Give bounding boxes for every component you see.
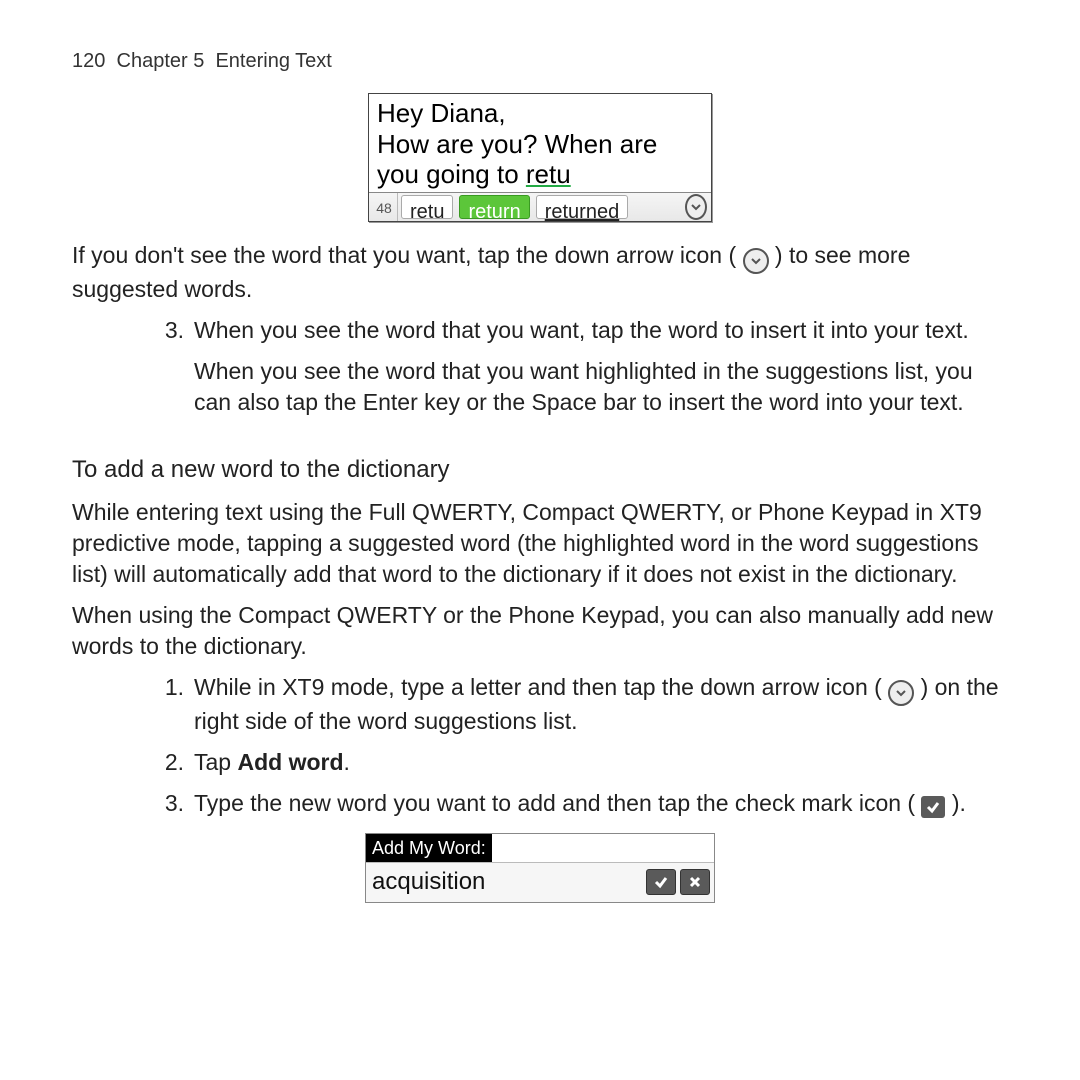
add-step-2-text-c: . — [344, 749, 350, 775]
suggestion-2-selected[interactable]: return — [459, 195, 529, 219]
add-step-2-text-a: Tap — [194, 749, 237, 775]
chevron-down-icon — [743, 248, 769, 274]
add-step-3-number: 3. — [150, 788, 194, 819]
add-word-dialog: Add My Word: acquisition — [365, 833, 715, 903]
close-icon — [687, 874, 703, 890]
suggestion-bar: 48 retu return returned — [369, 192, 711, 221]
tip-paragraph: If you don't see the word that you want,… — [72, 240, 1008, 305]
confirm-button[interactable] — [646, 869, 676, 895]
figure-text-compose: Hey Diana, How are you? When are you goi… — [72, 93, 1008, 222]
add-word-row: acquisition — [366, 862, 714, 901]
check-icon — [653, 874, 669, 890]
subheading-add-word: To add a new word to the dictionary — [72, 454, 1008, 486]
compose-text-area[interactable]: Hey Diana, How are you? When are you goi… — [369, 94, 711, 192]
add-word-intro-1: While entering text using the Full QWERT… — [72, 497, 1008, 590]
page-number: 120 — [72, 50, 105, 72]
add-step-2: 2. Tap Add word. — [150, 747, 1008, 778]
step-3-text-b: When you see the word that you want high… — [194, 356, 1008, 418]
suggestion-1[interactable]: retu — [401, 195, 453, 219]
check-icon — [921, 796, 945, 818]
add-word-intro-2: When using the Compact QWERTY or the Pho… — [72, 600, 1008, 662]
step-3: 3. When you see the word that you want, … — [150, 315, 1008, 428]
chevron-down-icon — [685, 194, 707, 220]
figure-add-my-word: Add My Word: acquisition — [72, 833, 1008, 903]
chapter-label: Chapter 5 — [117, 50, 205, 72]
suggestion-count: 48 — [369, 193, 398, 221]
compose-line2: How are you? When are — [377, 129, 657, 159]
add-step-1-number: 1. — [150, 672, 194, 737]
add-step-3-text-a: Type the new word you want to add and th… — [194, 790, 921, 816]
add-word-input[interactable]: acquisition — [370, 866, 642, 898]
add-step-2-number: 2. — [150, 747, 194, 778]
add-step-1: 1. While in XT9 mode, type a letter and … — [150, 672, 1008, 737]
suggestion-3[interactable]: returned — [536, 195, 629, 219]
step-3-number: 3. — [150, 315, 194, 428]
page: 120 Chapter 5 Entering Text Hey Diana, H… — [0, 0, 1080, 903]
compose-partial-word: retu — [526, 159, 571, 189]
chapter-title: Entering Text — [215, 50, 331, 72]
cancel-button[interactable] — [680, 869, 710, 895]
suggestion-3-label: returned — [545, 201, 620, 223]
add-step-3-text-b: ). — [952, 790, 966, 816]
add-step-1-text-a: While in XT9 mode, type a letter and the… — [194, 674, 888, 700]
chevron-down-icon — [888, 680, 914, 706]
tip-text-a: If you don't see the word that you want,… — [72, 242, 743, 268]
running-header: 120 Chapter 5 Entering Text — [72, 48, 1008, 75]
compose-line3a: you going to — [377, 159, 526, 189]
compose-line1: Hey Diana, — [377, 98, 506, 128]
compose-window: Hey Diana, How are you? When are you goi… — [368, 93, 712, 222]
add-word-command: Add word — [237, 749, 343, 775]
step-3-text-a: When you see the word that you want, tap… — [194, 315, 1008, 346]
suggestion-more-button[interactable] — [685, 195, 707, 219]
add-step-3: 3. Type the new word you want to add and… — [150, 788, 1008, 819]
add-word-dialog-title: Add My Word: — [366, 834, 492, 862]
